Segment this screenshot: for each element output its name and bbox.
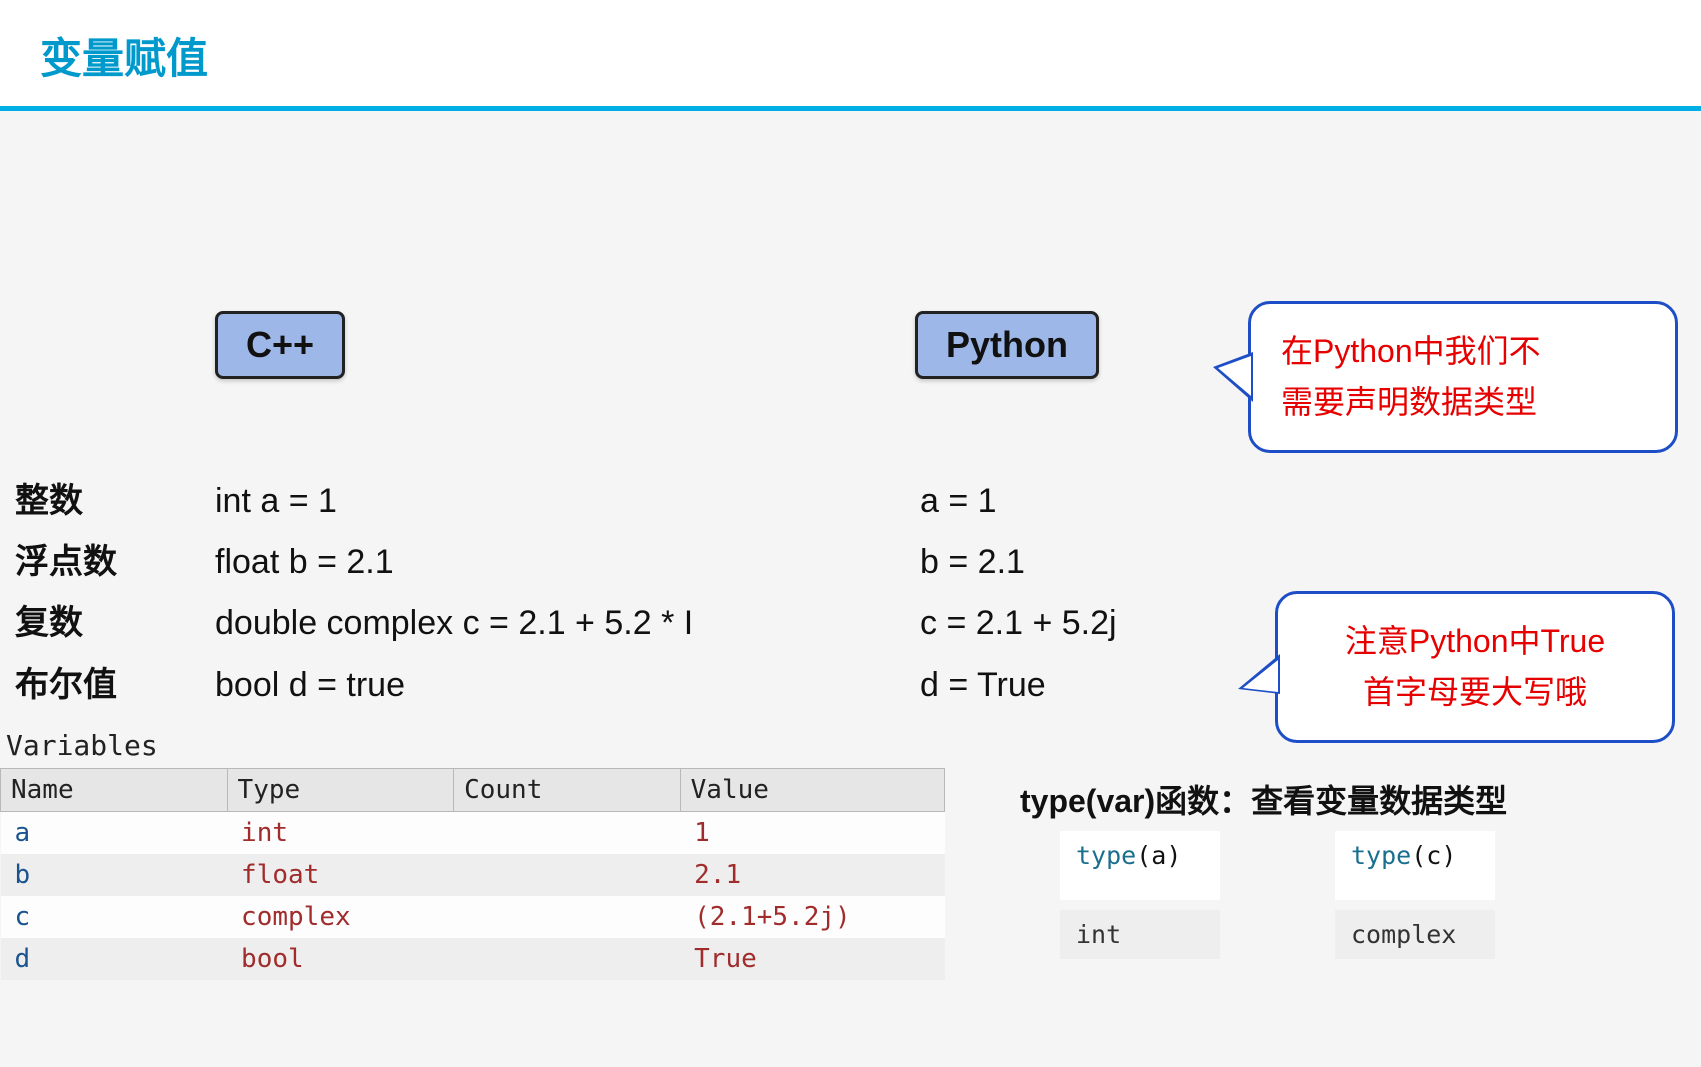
label-complex: 复数 [15, 593, 117, 654]
type-fn: type [1351, 841, 1411, 870]
cell-name: b [1, 854, 228, 896]
callout-no-type-declaration: 在Python中我们不 需要声明数据类型 [1248, 301, 1678, 453]
python-code-column: a = 1 b = 2.1 c = 2.1 + 5.2j d = True [920, 471, 1117, 716]
col-value-header: Value [680, 769, 944, 812]
cell-value: (2.1+5.2j) [680, 896, 944, 938]
page-title: 变量赋值 [40, 25, 1661, 86]
callout-text: 在Python中我们不 [1281, 326, 1645, 377]
table-header-row: Name Type Count Value [1, 769, 945, 812]
type-fn: type [1076, 841, 1136, 870]
callout-text: 首字母要大写哦 [1308, 667, 1642, 718]
col-type-header: Type [227, 769, 454, 812]
table-row: a int 1 [1, 812, 945, 855]
cell-count [454, 938, 681, 980]
cell-value: 1 [680, 812, 944, 855]
cpp-code-column: int a = 1 float b = 2.1 double complex c… [215, 471, 693, 716]
cpp-line: double complex c = 2.1 + 5.2 * I [215, 593, 693, 654]
cpp-line: float b = 2.1 [215, 532, 693, 593]
variables-title: Variables [0, 729, 945, 768]
type-snippet-a: type(a) int [1060, 831, 1220, 959]
cell-name: d [1, 938, 228, 980]
cell-type: int [227, 812, 454, 855]
header: 变量赋值 [0, 0, 1701, 106]
callout-text: 注意Python中True [1308, 616, 1642, 667]
cell-count [454, 812, 681, 855]
py-line: d = True [920, 655, 1117, 716]
type-call: type(c) [1335, 831, 1495, 900]
cpp-badge: C++ [215, 311, 345, 379]
type-arg: (c) [1411, 841, 1456, 870]
variables-panel: Variables Name Type Count Value a int 1 [0, 729, 945, 980]
cell-type: bool [227, 938, 454, 980]
label-float: 浮点数 [15, 532, 117, 593]
type-result: int [1060, 910, 1220, 959]
type-arg: (a) [1136, 841, 1181, 870]
table-row: c complex (2.1+5.2j) [1, 896, 945, 938]
python-badge: Python [915, 311, 1099, 379]
cpp-line: bool d = true [215, 655, 693, 716]
cell-type: float [227, 854, 454, 896]
py-line: c = 2.1 + 5.2j [920, 593, 1117, 654]
callout-true-capital: 注意Python中True 首字母要大写哦 [1275, 591, 1675, 743]
cell-name: a [1, 812, 228, 855]
cell-name: c [1, 896, 228, 938]
table-row: d bool True [1, 938, 945, 980]
col-count-header: Count [454, 769, 681, 812]
callout-text: 需要声明数据类型 [1281, 377, 1645, 428]
type-labels-column: 整数 浮点数 复数 布尔值 [15, 471, 117, 716]
speech-tail-icon [1213, 352, 1253, 402]
cell-value: 2.1 [680, 854, 944, 896]
speech-tail-icon [1238, 654, 1280, 694]
type-function-heading: type(var)函数：查看变量数据类型 [1020, 776, 1507, 822]
cpp-line: int a = 1 [215, 471, 693, 532]
cell-value: True [680, 938, 944, 980]
label-int: 整数 [15, 471, 117, 532]
type-snippet-c: type(c) complex [1335, 831, 1495, 959]
variables-table: Name Type Count Value a int 1 b float [0, 768, 945, 980]
col-name-header: Name [1, 769, 228, 812]
divider [0, 106, 1701, 111]
table-row: b float 2.1 [1, 854, 945, 896]
cell-count [454, 896, 681, 938]
label-bool: 布尔值 [15, 655, 117, 716]
py-line: a = 1 [920, 471, 1117, 532]
py-line: b = 2.1 [920, 532, 1117, 593]
type-call: type(a) [1060, 831, 1220, 900]
type-result: complex [1335, 910, 1495, 959]
cell-count [454, 854, 681, 896]
cell-type: complex [227, 896, 454, 938]
